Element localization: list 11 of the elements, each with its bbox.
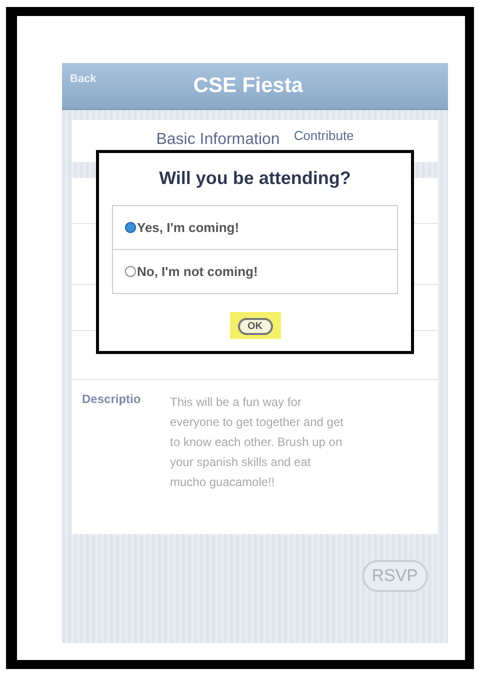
description-label: Descriptio: [82, 392, 142, 408]
tab[interactable]: Basic Information: [156, 131, 280, 149]
screen-title: CSE Fiesta: [192, 74, 304, 98]
radio-button[interactable]: [125, 222, 136, 233]
ok-button[interactable]: OK: [238, 318, 272, 335]
description-text: This will be a fun way for everyone to get together and get to know each other. Brush up on your spanish skills and eat mucho guacamole!!: [170, 394, 344, 491]
option-label[interactable]: No, I'm not coming!: [137, 264, 258, 279]
radio-button[interactable]: [125, 266, 136, 277]
option-label[interactable]: Yes, I'm coming!: [137, 220, 240, 235]
tab[interactable]: Contribute: [294, 128, 354, 143]
dialog-title: Will you be attending?: [159, 168, 351, 189]
